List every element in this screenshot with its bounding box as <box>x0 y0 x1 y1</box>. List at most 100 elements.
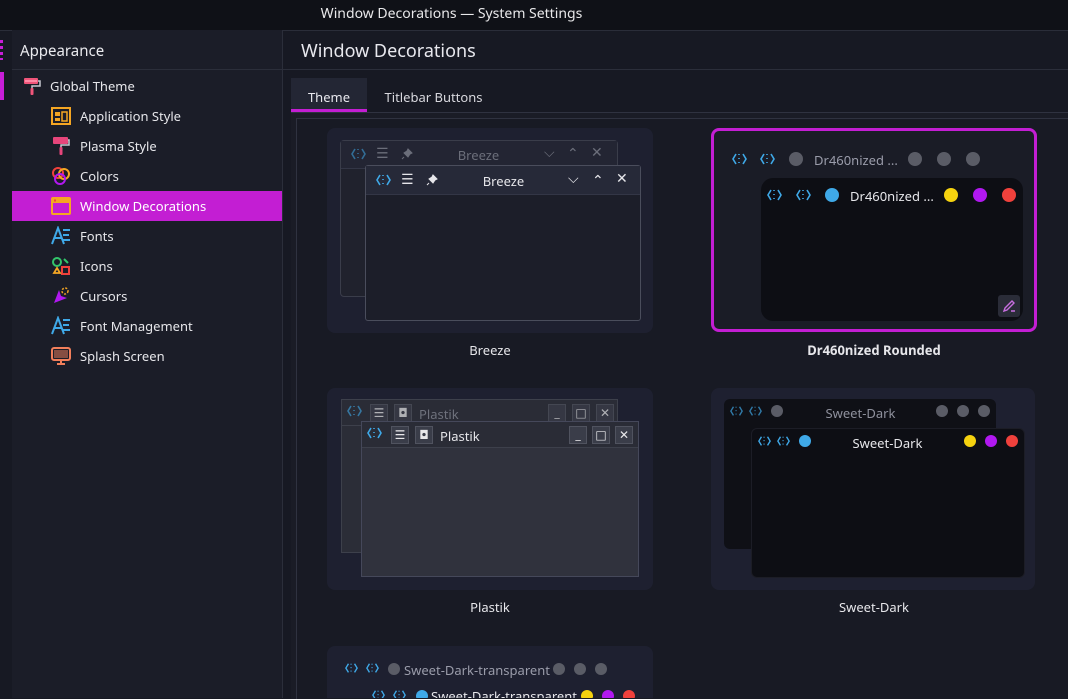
app-menu-icon <box>749 406 762 416</box>
edit-pencil-icon <box>1002 300 1015 313</box>
sidebar-item-window-decorations[interactable]: Window Decorations <box>12 191 282 221</box>
app-menu-icon <box>777 436 790 446</box>
minimize-icon <box>964 435 976 447</box>
minimize-icon: _ <box>548 404 566 422</box>
on-all-desktops-icon <box>416 690 428 698</box>
page-header: Window Decorations <box>283 30 1068 70</box>
preview-window-title: Breeze <box>457 146 500 164</box>
tab-titlebar-buttons[interactable]: Titlebar Buttons <box>371 78 496 112</box>
theme-card-dr460nized-rounded[interactable]: Dr460nized ... Dr460nized ... Dr460nized… <box>711 128 1037 368</box>
preview-active-window: ☰ Breeze ⌵ ⌃ ✕ <box>365 165 641 321</box>
minimize-icon: _ <box>569 426 587 444</box>
on-all-desktops-icon <box>825 188 839 202</box>
sidebar-item-label: Colors <box>80 167 119 185</box>
sidebar-item-label: Plasma Style <box>80 137 157 155</box>
preview-window-title-inactive: Dr460nized ... <box>814 151 898 169</box>
maximize-icon: ⌃ <box>567 144 579 163</box>
sidebar-item-label: Icons <box>80 257 113 275</box>
app-menu-icon <box>796 189 811 201</box>
maximize-icon <box>973 188 987 202</box>
sidebar-item-plasma-style[interactable]: Plasma Style <box>12 131 282 161</box>
edit-theme-button[interactable] <box>998 295 1020 317</box>
sidebar-item-splash-screen[interactable]: Splash Screen <box>12 341 282 371</box>
minimize-icon <box>553 663 565 675</box>
app-menu-icon <box>393 690 406 698</box>
close-icon <box>966 152 980 166</box>
close-icon: ✕ <box>591 143 603 162</box>
maximize-icon <box>957 405 969 417</box>
sidebar-item-colors[interactable]: Colors <box>12 161 282 191</box>
minimize-icon: ⌵ <box>568 169 579 188</box>
menu-handle-icon[interactable] <box>0 40 3 60</box>
minimize-icon <box>944 188 958 202</box>
sidebar-item-application-style[interactable]: Application Style <box>12 101 282 131</box>
minimize-icon: ⌵ <box>544 143 555 162</box>
app-menu-icon <box>730 406 743 416</box>
close-icon: ✕ <box>596 404 614 422</box>
preview-titlebar: ☰ Breeze ⌵ ⌃ ✕ <box>366 166 640 195</box>
sidebar-item-fonts[interactable]: Fonts <box>12 221 282 251</box>
close-icon <box>1006 435 1018 447</box>
font-management-icon <box>51 316 70 335</box>
close-icon: ✕ <box>616 169 628 188</box>
maximize-icon: □ <box>572 404 590 422</box>
window-titlebar[interactable]: Window Decorations — System Settings <box>0 0 1068 31</box>
preview-window-title: Dr460nized ... <box>850 187 934 205</box>
on-all-desktops-icon <box>388 663 400 675</box>
tab-theme[interactable]: Theme <box>291 78 367 112</box>
sidebar-item-label: Fonts <box>80 227 114 245</box>
theme-name: Breeze <box>469 341 511 359</box>
sidebar-header: Appearance <box>12 30 282 70</box>
sidebar-item-global-theme[interactable]: Global Theme <box>12 71 282 101</box>
preview-active-window: Dr460nized ... <box>761 178 1023 321</box>
pin-icon <box>426 174 438 186</box>
preview-window-title: Sweet-Dark <box>852 434 923 452</box>
minimize-icon <box>936 405 948 417</box>
maximize-icon: □ <box>592 426 610 444</box>
preview-active-window: Sweet-Dark <box>751 428 1025 578</box>
preview-window-title: Breeze <box>482 172 525 190</box>
sidebar-item-label: Application Style <box>80 107 182 125</box>
sidebar-item-font-management[interactable]: Font Management <box>12 311 282 341</box>
theme-card-sweet-dark[interactable]: Sweet-Dark Sweet-Dark Sweet-Dark <box>711 388 1037 618</box>
menu-icon: ☰ <box>376 144 389 163</box>
minimize-icon <box>581 690 593 698</box>
application-style-icon <box>51 107 71 125</box>
menu-icon: ☰ <box>401 170 414 189</box>
sidebar-item-label: Font Management <box>80 317 193 335</box>
close-icon <box>595 663 607 675</box>
app-menu-icon <box>732 153 747 165</box>
preview-window-title: Sweet-Dark-transparent <box>431 687 577 698</box>
theme-card-sweet-dark-transparent[interactable]: Sweet-Dark-transparent Sweet-Dark-transp… <box>327 646 655 698</box>
left-edge-accent <box>0 30 5 100</box>
on-all-desktops-icon <box>771 405 783 417</box>
theme-card-plastik[interactable]: ☰ ◘ Plastik _ □ ✕ ☰ ◘ Plastik _ □ ✕ Plas… <box>327 388 655 618</box>
paint-roller-icon <box>24 78 41 95</box>
on-all-desktops-icon <box>789 152 803 166</box>
theme-card-breeze[interactable]: ☰ Breeze ⌵ ⌃ ✕ ☰ Breeze ⌵ ⌃ ✕ Breeze <box>327 128 655 368</box>
sidebar-item-label: Window Decorations <box>80 197 207 215</box>
pin-icon <box>401 148 413 160</box>
sidebar-item-icons[interactable]: Icons <box>12 251 282 281</box>
page-title: Window Decorations <box>301 39 476 63</box>
preview-window-title: Sweet-Dark <box>825 404 896 422</box>
tab-label: Theme <box>307 88 351 106</box>
app-menu-icon <box>758 436 771 446</box>
sidebar-item-cursors[interactable]: Cursors <box>12 281 282 311</box>
close-icon <box>623 690 635 698</box>
active-indicator <box>0 72 4 100</box>
minimize-icon <box>908 152 922 166</box>
menu-icon: ☰ <box>370 404 388 422</box>
color-circles-icon <box>52 167 70 185</box>
app-menu-icon <box>351 148 366 160</box>
app-menu-icon <box>376 174 391 186</box>
sidebar-item-label: Cursors <box>80 287 128 305</box>
tab-label: Titlebar Buttons <box>384 88 483 106</box>
font-icon <box>51 226 70 245</box>
shapes-icon <box>52 257 70 275</box>
app-menu-icon <box>366 663 379 673</box>
menu-icon: ☰ <box>391 426 409 444</box>
maximize-icon <box>574 663 586 675</box>
theme-name: Sweet-Dark <box>839 598 909 616</box>
close-icon <box>978 405 990 417</box>
